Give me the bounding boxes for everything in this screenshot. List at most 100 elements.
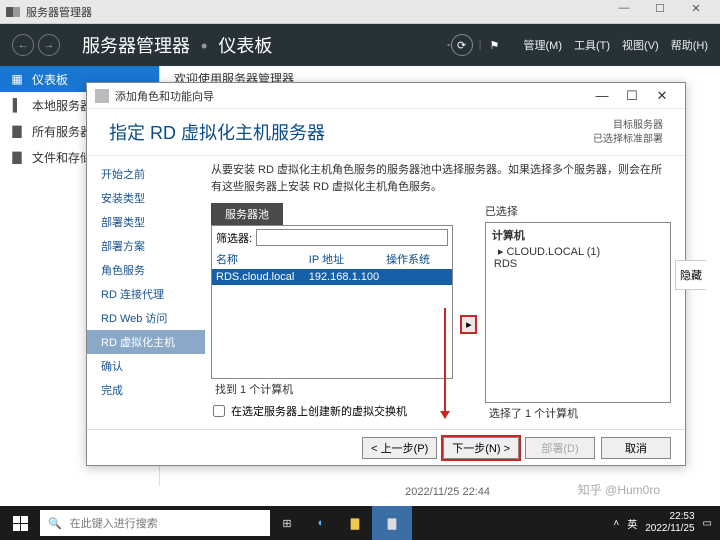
app-icon xyxy=(6,7,20,17)
hide-button[interactable]: 隐藏 xyxy=(675,260,706,290)
vswitch-checkbox[interactable] xyxy=(213,405,225,417)
step-install-type[interactable]: 安装类型 xyxy=(87,186,205,210)
step-before[interactable]: 开始之前 xyxy=(87,162,205,186)
app-title: 服务器管理器 xyxy=(26,4,606,20)
wizard-meta: 目标服务器 已选择标准部署 xyxy=(593,119,663,147)
vswitch-label: 在选定服务器上创建新的虚拟交换机 xyxy=(231,403,407,419)
pool-found: 找到 1 个计算机 xyxy=(211,379,453,399)
clock[interactable]: 22:53 2022/11/25 xyxy=(645,511,694,535)
selected-item[interactable]: RDS xyxy=(494,258,664,270)
selected-header: 计算机 xyxy=(492,227,664,243)
selected-count: 选择了 1 个计算机 xyxy=(485,403,671,423)
wizard-desc: 从要安装 RD 虚拟化主机角色服务的服务器池中选择服务器。如果选择多个服务器，则… xyxy=(211,162,671,195)
server-pool: 服务器池 筛选器: 名称 IP 地址 操作系统 RDS.cloud.local xyxy=(211,203,453,423)
wizard-maximize[interactable]: ☐ xyxy=(617,88,647,104)
transfer-buttons: ▸ xyxy=(459,203,479,423)
edge-icon[interactable]: ◐ xyxy=(304,506,338,540)
cell-ip: 192.168.1.100 xyxy=(309,271,386,283)
sidebar-label: 仪表板 xyxy=(32,71,68,88)
wizard-title-text: 添加角色和功能向导 xyxy=(115,88,587,104)
step-confirm[interactable]: 确认 xyxy=(87,354,205,378)
task-view-icon[interactable]: ⊞ xyxy=(270,506,304,540)
step-deploy-type[interactable]: 部署类型 xyxy=(87,210,205,234)
menu-tools[interactable]: 工具(T) xyxy=(574,37,610,53)
back-button[interactable]: ← xyxy=(12,34,34,56)
ime-icon[interactable]: 英 xyxy=(627,516,637,531)
clock-date: 2022/11/25 xyxy=(645,523,694,535)
flag-icon[interactable]: ⚑ xyxy=(490,36,504,54)
explorer-icon[interactable]: ▇ xyxy=(338,506,372,540)
wizard-dialog: 添加角色和功能向导 — ☐ ✕ 指定 RD 虚拟化主机服务器 目标服务器 已选择… xyxy=(86,82,686,466)
selected-group[interactable]: ▸ CLOUD.LOCAL (1) xyxy=(498,245,664,258)
wizard-head: 指定 RD 虚拟化主机服务器 目标服务器 已选择标准部署 xyxy=(87,109,685,156)
clock-time: 22:53 xyxy=(645,511,694,523)
col-headers: 名称 IP 地址 操作系统 xyxy=(212,249,452,269)
pool-box: 筛选器: 名称 IP 地址 操作系统 RDS.cloud.local 192.1… xyxy=(211,225,453,379)
dashboard-icon: ▦ xyxy=(10,72,24,86)
filter-label: 筛选器: xyxy=(216,230,252,246)
server-manager-icon[interactable]: ▇ xyxy=(372,506,412,540)
pool-space xyxy=(212,285,452,378)
pools-area: 服务器池 筛选器: 名称 IP 地址 操作系统 RDS.cloud.local xyxy=(211,203,671,423)
selected-label: 已选择 xyxy=(485,203,671,219)
step-role-svc[interactable]: 角色服务 xyxy=(87,258,205,282)
cancel-button[interactable]: 取消 xyxy=(601,437,671,459)
start-button[interactable] xyxy=(0,516,40,531)
wizard-close[interactable]: ✕ xyxy=(647,88,677,104)
menu-manage[interactable]: 管理(M) xyxy=(524,37,563,53)
wizard-minimize[interactable]: — xyxy=(587,88,617,103)
servers-icon: ▇ xyxy=(10,124,24,138)
selected-box: 计算机 ▸ CLOUD.LOCAL (1) RDS xyxy=(485,222,671,403)
step-rd-virt[interactable]: RD 虚拟化主机 xyxy=(87,330,205,354)
prev-button[interactable]: < 上一步(P) xyxy=(362,437,437,459)
wizard-icon xyxy=(95,89,109,103)
cell-os xyxy=(386,271,448,283)
crumb-current[interactable]: 仪表板 xyxy=(218,36,272,56)
server-row[interactable]: RDS.cloud.local 192.168.1.100 xyxy=(212,269,452,285)
add-arrow-button[interactable]: ▸ xyxy=(460,315,477,334)
wizard-titlebar: 添加角色和功能向导 — ☐ ✕ xyxy=(87,83,685,109)
refresh-button[interactable]: ⟳ xyxy=(451,34,473,56)
col-name[interactable]: 名称 xyxy=(216,251,309,267)
taskbar: 🔍 在此键入进行搜索 ⊞ ◐ ▇ ▇ ˄ 英 22:53 2022/11/25 … xyxy=(0,506,720,540)
wizard-body: 开始之前 安装类型 部署类型 部署方案 角色服务 RD 连接代理 RD Web … xyxy=(87,156,685,429)
sidebar-label: 所有服务器 xyxy=(32,123,92,140)
cell-name: RDS.cloud.local xyxy=(216,271,309,283)
wizard-heading: 指定 RD 虚拟化主机服务器 xyxy=(109,119,593,145)
notifications-icon[interactable]: ▭ xyxy=(703,518,712,529)
pool-tab[interactable]: 服务器池 xyxy=(211,203,283,225)
filter-input[interactable] xyxy=(256,229,448,246)
step-deploy-plan[interactable]: 部署方案 xyxy=(87,234,205,258)
menu-help[interactable]: 帮助(H) xyxy=(671,37,708,53)
search-placeholder: 在此键入进行搜索 xyxy=(70,515,158,531)
step-rd-broker[interactable]: RD 连接代理 xyxy=(87,282,205,306)
col-os[interactable]: 操作系统 xyxy=(386,251,448,267)
tray-up-icon[interactable]: ˄ xyxy=(613,518,619,529)
crumb-root[interactable]: 服务器管理器 xyxy=(82,36,190,56)
taskbar-search[interactable]: 🔍 在此键入进行搜索 xyxy=(40,510,270,536)
breadcrumb: 服务器管理器 • 仪表板 xyxy=(82,32,272,58)
divider: | xyxy=(479,39,482,51)
next-button[interactable]: 下一步(N) > xyxy=(443,437,519,459)
close-button[interactable]: ✕ xyxy=(678,2,714,22)
step-rd-web[interactable]: RD Web 访问 xyxy=(87,306,205,330)
watermark: 知乎 @Hum0ro xyxy=(578,481,660,498)
forward-button[interactable]: → xyxy=(38,34,60,56)
filter-row: 筛选器: xyxy=(212,226,452,249)
col-ip[interactable]: IP 地址 xyxy=(309,251,386,267)
step-done[interactable]: 完成 xyxy=(87,378,205,402)
toolbar-header: ← → 服务器管理器 • 仪表板 - ⟳ | ⚑ 管理(M) 工具(T) 视图(… xyxy=(0,24,720,66)
windows-icon xyxy=(13,516,28,531)
crumb-sep: • xyxy=(201,36,207,56)
maximize-button[interactable]: ☐ xyxy=(642,2,678,22)
wizard-steps: 开始之前 安装类型 部署类型 部署方案 角色服务 RD 连接代理 RD Web … xyxy=(87,156,205,429)
selected-pane: 已选择 计算机 ▸ CLOUD.LOCAL (1) RDS 选择了 1 个计算机 xyxy=(485,203,671,423)
sidebar-label: 本地服务器 xyxy=(32,97,92,114)
annotation-arrow xyxy=(444,308,446,418)
minimize-button[interactable]: — xyxy=(606,2,642,22)
wizard-footer: < 上一步(P) 下一步(N) > 部署(D) 取消 xyxy=(87,429,685,465)
tray: ˄ 英 22:53 2022/11/25 ▭ xyxy=(613,511,720,535)
menu-view[interactable]: 视图(V) xyxy=(622,37,659,53)
server-icon: ▌ xyxy=(10,98,24,112)
vswitch-row: 在选定服务器上创建新的虚拟交换机 xyxy=(211,399,453,423)
